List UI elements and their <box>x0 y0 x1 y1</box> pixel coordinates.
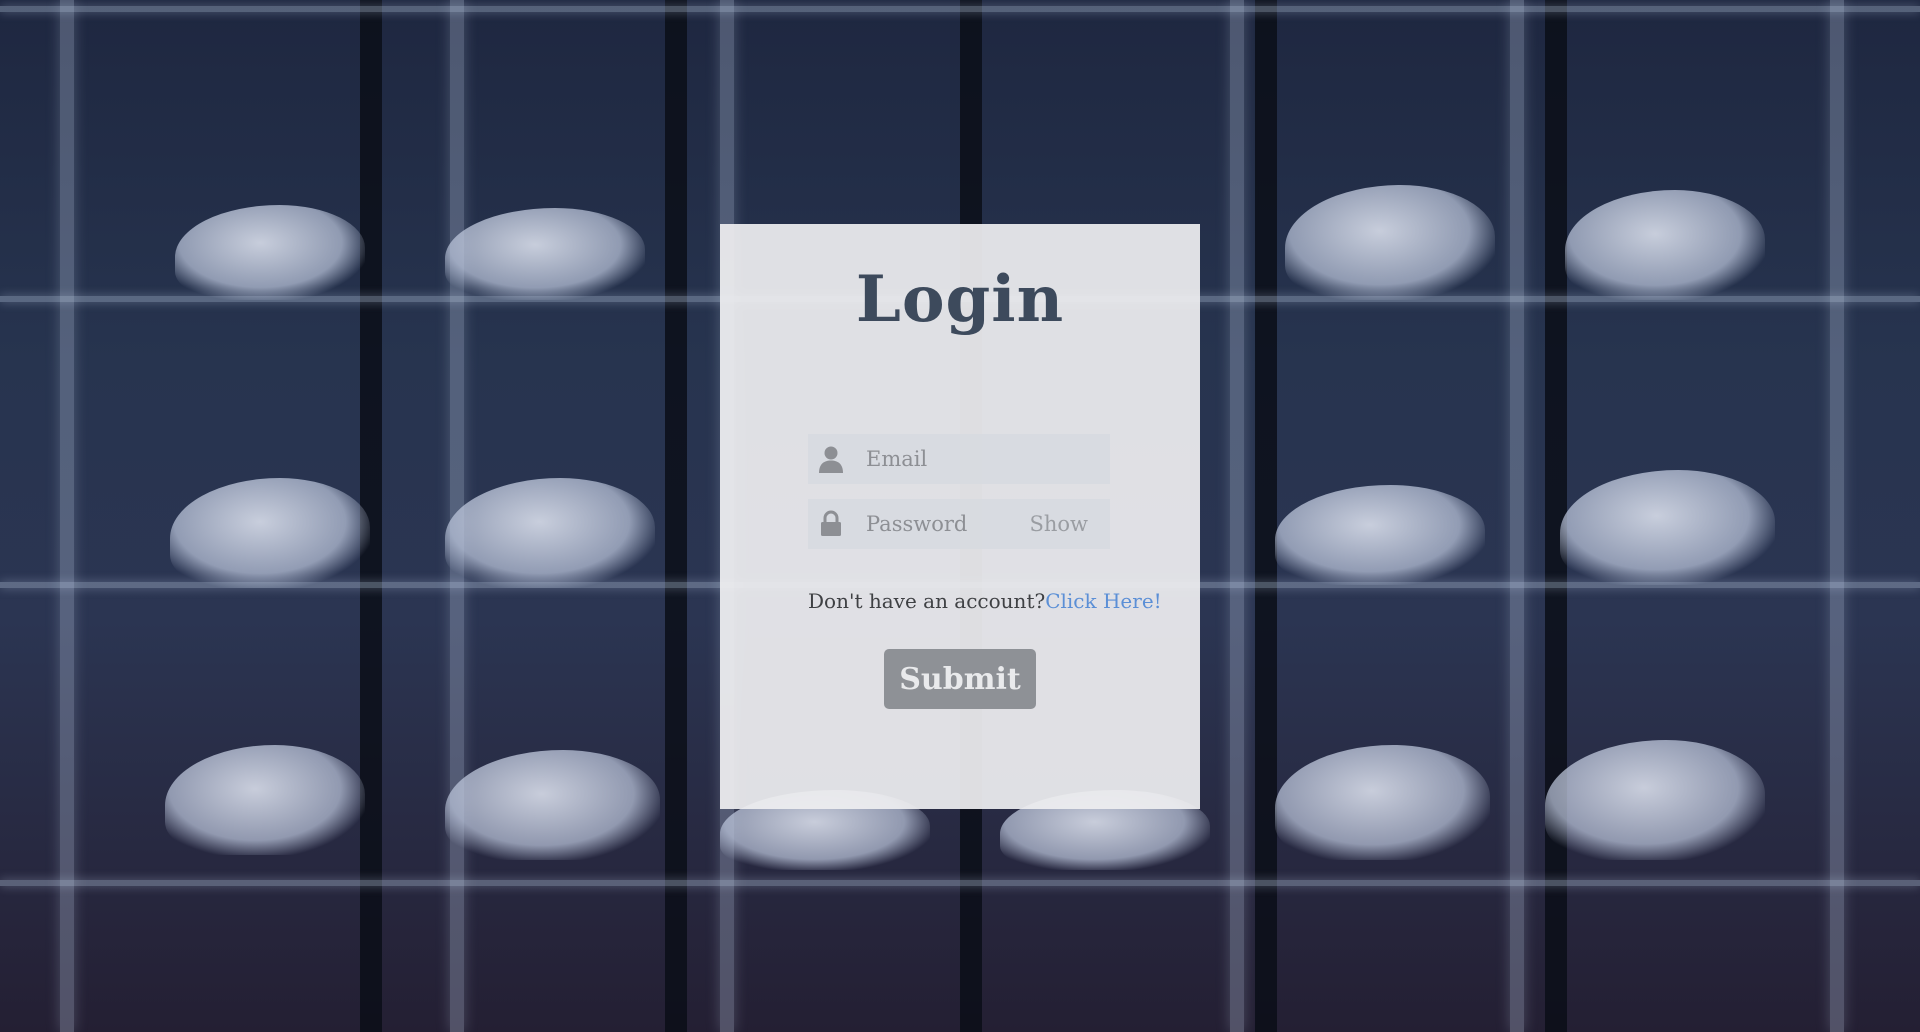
login-card: Login Show Don't have an account?Click H… <box>720 224 1200 809</box>
glass-shelf <box>0 6 1920 12</box>
email-field[interactable] <box>808 434 1110 484</box>
sneaker-display <box>1545 740 1765 860</box>
shelf-post <box>1830 0 1844 1032</box>
sneaker-display <box>445 208 645 300</box>
sneaker-display <box>445 750 660 860</box>
user-icon <box>818 445 844 473</box>
sneaker-display <box>445 478 655 588</box>
sneaker-display <box>175 205 365 300</box>
shelf-post <box>1230 0 1244 1032</box>
shelf-post <box>1510 0 1524 1032</box>
show-password-toggle[interactable]: Show <box>1029 499 1088 549</box>
lock-icon <box>818 510 844 538</box>
login-title: Login <box>855 262 1065 337</box>
sneaker-display <box>1565 190 1765 300</box>
password-field[interactable]: Show <box>808 499 1110 549</box>
submit-button[interactable]: Submit <box>884 649 1036 709</box>
password-input[interactable] <box>866 499 1036 549</box>
sneaker-display <box>1560 470 1775 585</box>
sneaker-display <box>165 745 365 855</box>
sneaker-display <box>170 478 370 588</box>
sneaker-display <box>1275 745 1490 860</box>
shelf-post <box>665 0 687 1032</box>
shelf-post <box>60 0 74 1032</box>
sneaker-display <box>1275 485 1485 585</box>
email-input[interactable] <box>866 434 1036 484</box>
signup-link[interactable]: Click Here! <box>1045 589 1161 613</box>
sneaker-display <box>1285 185 1495 300</box>
signup-prompt-text: Don't have an account? <box>808 589 1046 613</box>
glass-shelf <box>0 880 1920 886</box>
shelf-post <box>1255 0 1277 1032</box>
signup-prompt-line: Don't have an account?Click Here! <box>808 589 1162 613</box>
